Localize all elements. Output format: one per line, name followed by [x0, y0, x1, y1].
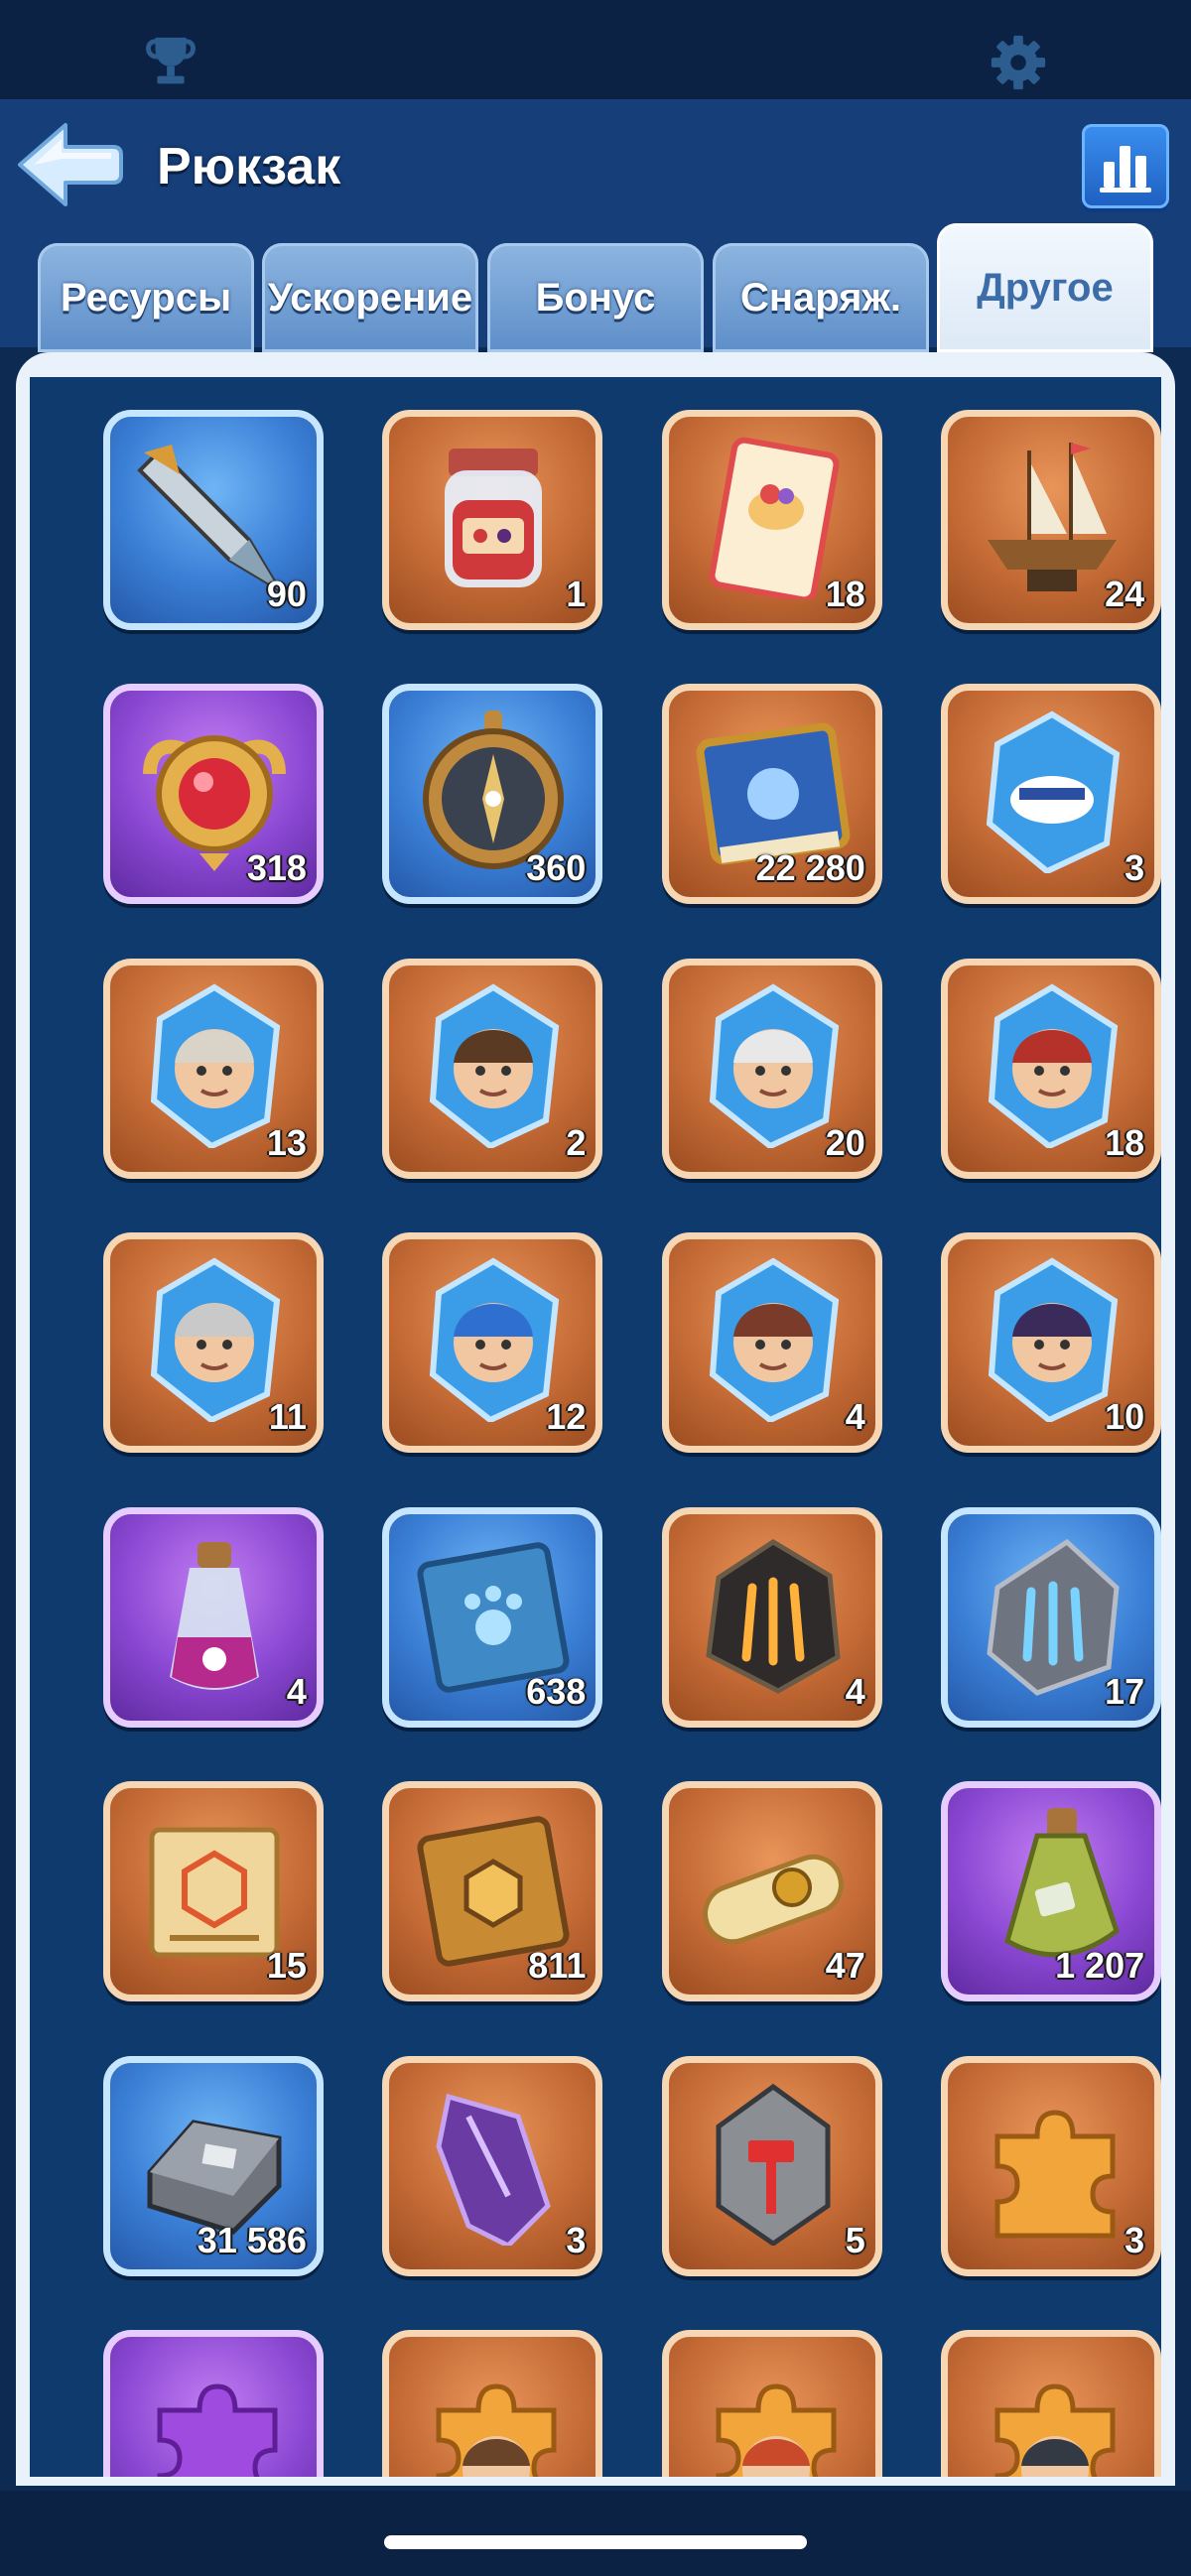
- bar-chart-icon: [1100, 146, 1151, 193]
- inventory-item[interactable]: 360: [382, 684, 603, 905]
- home-indicator[interactable]: [384, 2535, 807, 2549]
- tab-resources[interactable]: Ресурсы: [38, 243, 254, 352]
- item-quantity: 811: [528, 1945, 587, 1987]
- item-quantity: 1: [566, 573, 587, 614]
- item-quantity: 90: [266, 573, 307, 614]
- inventory-item[interactable]: 15: [102, 1781, 324, 2002]
- gear-icon[interactable]: [988, 32, 1049, 93]
- hammer-stone-icon: [716, 2083, 831, 2246]
- item-quantity: 3: [1125, 847, 1145, 889]
- item-quantity: 638: [526, 1670, 587, 1712]
- inventory-item[interactable]: 3: [941, 684, 1161, 905]
- item-quantity: 3: [566, 2219, 587, 2260]
- inventory-item[interactable]: 811: [382, 1781, 603, 2002]
- inventory-item[interactable]: [102, 2329, 324, 2477]
- item-quantity: 5: [845, 2219, 865, 2260]
- item-quantity: 11: [268, 1396, 307, 1438]
- back-arrow-icon[interactable]: [14, 119, 125, 210]
- item-quantity: 24: [1105, 573, 1145, 614]
- captain-crystal-icon: [987, 710, 1121, 874]
- hero-puzzle-redhair-icon: [716, 2383, 837, 2477]
- hero-puzzle-ninja-icon: [994, 2383, 1116, 2477]
- inventory-item[interactable]: 90: [102, 409, 324, 630]
- item-quantity: 18: [825, 573, 865, 614]
- trophy-icon[interactable]: [140, 32, 201, 93]
- item-quantity: 2: [566, 1121, 587, 1163]
- purple-crystal-icon: [436, 2093, 552, 2246]
- inventory-item[interactable]: 1 207: [941, 1781, 1161, 2002]
- inventory-item[interactable]: 24: [941, 409, 1161, 630]
- inventory-item[interactable]: 13: [102, 958, 324, 1179]
- inventory-item[interactable]: 18: [661, 409, 882, 630]
- top-bar: [0, 0, 1191, 99]
- inventory-item[interactable]: 4: [661, 1232, 882, 1454]
- dark-claw-stone-icon: [706, 1538, 841, 1694]
- purple-puzzle-piece-icon: [157, 2383, 278, 2477]
- item-quantity: 318: [246, 847, 307, 889]
- hero-puzzle-girl-icon: [436, 2383, 557, 2477]
- inventory-item[interactable]: 4: [102, 1506, 324, 1728]
- inventory-item[interactable]: 3: [382, 2055, 603, 2276]
- pet-potion-icon: [169, 1541, 259, 1690]
- inventory-item[interactable]: 2: [382, 958, 603, 1179]
- item-quantity: 360: [526, 847, 587, 889]
- inventory-item[interactable]: 3: [941, 2055, 1161, 2276]
- item-quantity: 10: [1105, 1396, 1145, 1438]
- item-quantity: 4: [286, 1670, 307, 1712]
- hero-crystal-goggles-girl-icon: [709, 1257, 839, 1423]
- inventory-item[interactable]: 4: [661, 1506, 882, 1728]
- inventory-item[interactable]: 638: [382, 1506, 603, 1728]
- inventory-grid[interactable]: 90 1 18 24 318 360 22 280 3 13 2 20 18 11 12 4 10 4 638 4 1…: [30, 377, 1161, 2477]
- inventory-item[interactable]: 11: [102, 1232, 324, 1454]
- bottom-bar: [0, 2491, 1191, 2576]
- inventory-item[interactable]: 22 280: [661, 684, 882, 905]
- inventory-item[interactable]: 12: [382, 1232, 603, 1454]
- tab-bonus[interactable]: Бонус: [487, 243, 704, 352]
- tab-speedups[interactable]: Ускорение: [262, 243, 478, 352]
- inventory-item[interactable]: 318: [102, 684, 324, 905]
- item-quantity: 12: [546, 1396, 587, 1438]
- statistics-button[interactable]: [1082, 124, 1169, 208]
- item-quantity: 4: [845, 1396, 865, 1438]
- inventory-item[interactable]: 17: [941, 1506, 1161, 1728]
- item-quantity: 13: [266, 1121, 307, 1163]
- inventory-item[interactable]: 10: [941, 1232, 1161, 1454]
- inventory-item[interactable]: 20: [661, 958, 882, 1179]
- inventory-item[interactable]: 47: [661, 1781, 882, 2002]
- inventory-item[interactable]: 5: [661, 2055, 882, 2276]
- item-quantity: 31 586: [197, 2219, 307, 2260]
- item-quantity: 3: [1125, 2219, 1145, 2260]
- item-quantity: 47: [825, 1945, 865, 1987]
- inventory-item[interactable]: [941, 2329, 1161, 2477]
- inventory-item[interactable]: 31 586: [102, 2055, 324, 2276]
- item-quantity: 15: [266, 1945, 307, 1987]
- tab-other[interactable]: Другое: [937, 223, 1153, 352]
- item-quantity: 22 280: [755, 847, 865, 889]
- inventory-item[interactable]: [661, 2329, 882, 2477]
- jam-jar-icon: [445, 448, 543, 587]
- item-quantity: 4: [845, 1670, 865, 1712]
- item-quantity: 17: [1105, 1670, 1145, 1712]
- page-title: Рюкзак: [157, 138, 341, 195]
- inventory-item[interactable]: 18: [941, 958, 1161, 1179]
- inventory-item[interactable]: [382, 2329, 603, 2477]
- hero-crystal-bearded-dwarf-icon: [430, 983, 560, 1148]
- item-quantity: 20: [825, 1121, 865, 1163]
- tab-equipment[interactable]: Снаряж.: [713, 243, 929, 352]
- inventory-item[interactable]: 1: [382, 409, 603, 630]
- item-quantity: 18: [1105, 1121, 1145, 1163]
- item-quantity: 1 207: [1055, 1945, 1145, 1987]
- puzzle-piece-icon: [994, 2110, 1116, 2239]
